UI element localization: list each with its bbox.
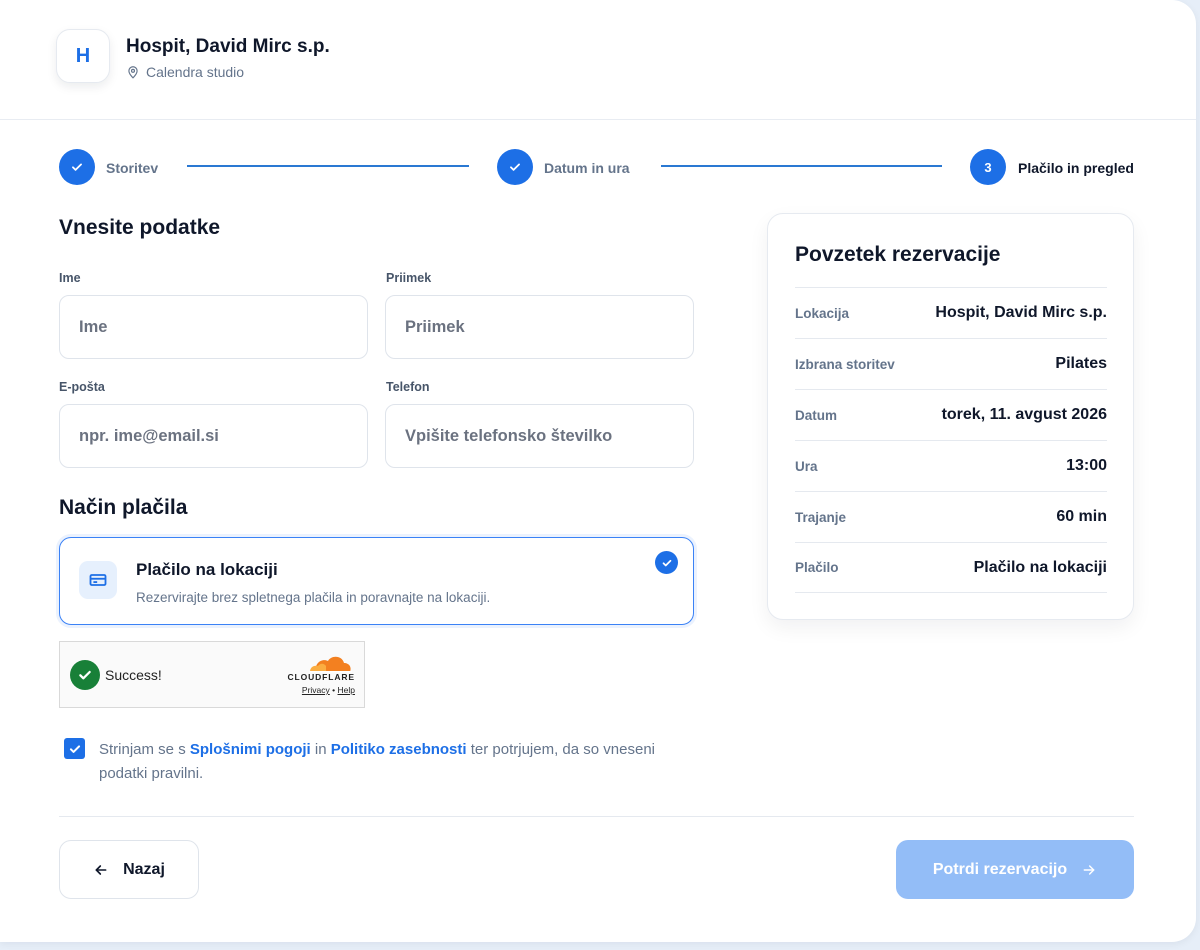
check-icon bbox=[69, 744, 80, 753]
email-input[interactable] bbox=[59, 404, 368, 468]
arrow-left-icon bbox=[95, 864, 107, 875]
cloudflare-logo-icon bbox=[309, 656, 352, 673]
summary-value: Plačilo na lokaciji bbox=[973, 558, 1107, 576]
check-icon bbox=[79, 670, 91, 680]
captcha-privacy-link[interactable]: Privacy bbox=[302, 685, 330, 695]
captcha-link-separator: • bbox=[332, 685, 336, 695]
summary-row-payment: Plačilo Plačilo na lokaciji bbox=[795, 542, 1107, 593]
confirm-button-label: Potrdi rezervacijo bbox=[932, 860, 1068, 878]
summary-value: 60 min bbox=[1056, 508, 1107, 525]
business-location: Calendra studio bbox=[126, 64, 244, 80]
summary-row-time: Ura 13:00 bbox=[795, 440, 1107, 491]
business-name: Hospit, David Mirc s.p. bbox=[126, 36, 330, 57]
summary-value: torek, 11. avgust 2026 bbox=[941, 406, 1107, 423]
captcha-success-icon bbox=[70, 660, 100, 690]
captcha-help-link[interactable]: Help bbox=[338, 685, 355, 695]
credit-card-icon bbox=[89, 574, 107, 586]
summary-label: Ura bbox=[795, 458, 818, 474]
check-icon bbox=[662, 559, 671, 566]
arrow-right-icon bbox=[1083, 864, 1095, 875]
summary-title: Povzetek rezervacije bbox=[795, 243, 1001, 266]
footer-divider bbox=[59, 816, 1134, 817]
summary-label: Plačilo bbox=[795, 560, 839, 575]
check-icon bbox=[72, 163, 82, 171]
step-2-label[interactable]: Datum in ura bbox=[544, 160, 630, 176]
summary-label: Trajanje bbox=[795, 509, 847, 525]
confirm-booking-button[interactable]: Potrdi rezervacijo bbox=[896, 840, 1134, 899]
step-connector-2 bbox=[661, 165, 942, 167]
consent-text-part-1: Strinjam se s bbox=[99, 741, 190, 758]
step-3-indicator: 3 bbox=[970, 149, 1006, 185]
step-2-indicator[interactable] bbox=[497, 149, 533, 185]
email-label: E-pošta bbox=[59, 380, 105, 394]
payment-option-on-location[interactable]: Plačilo na lokaciji Rezervirajte brez sp… bbox=[59, 537, 694, 625]
check-icon bbox=[510, 163, 520, 171]
last-name-input[interactable] bbox=[385, 295, 694, 359]
last-name-label: Priimek bbox=[386, 271, 432, 285]
business-header: H Hospit, David Mirc s.p. Calendra studi… bbox=[0, 0, 1196, 120]
consent-text-part-2: in bbox=[310, 741, 331, 758]
form-title: Vnesite podatke bbox=[59, 216, 221, 239]
captcha-links: Privacy • Help bbox=[302, 685, 355, 695]
first-name-label: Ime bbox=[59, 271, 81, 285]
summary-label: Izbrana storitev bbox=[795, 356, 895, 372]
privacy-policy-link[interactable]: Politiko zasebnosti bbox=[331, 741, 467, 758]
captcha-status: Success! bbox=[105, 667, 162, 683]
consent-text: Strinjam se s Splošnimi pogoji in Politi… bbox=[99, 738, 679, 786]
phone-input[interactable] bbox=[385, 404, 694, 468]
first-name-input[interactable] bbox=[59, 295, 368, 359]
booking-summary: Povzetek rezervacije Lokacija Hospit, Da… bbox=[767, 213, 1134, 620]
summary-row-date: Datum torek, 11. avgust 2026 bbox=[795, 389, 1107, 440]
summary-value: Pilates bbox=[1055, 355, 1107, 372]
step-3-label: Plačilo in pregled bbox=[1018, 160, 1134, 176]
summary-row-service: Izbrana storitev Pilates bbox=[795, 338, 1107, 389]
summary-value: Hospit, David Mirc s.p. bbox=[935, 304, 1107, 321]
payment-option-title: Plačilo na lokaciji bbox=[136, 560, 278, 579]
back-button[interactable]: Nazaj bbox=[59, 840, 199, 899]
location-pin-icon bbox=[128, 66, 138, 79]
summary-label: Lokacija bbox=[795, 305, 850, 321]
summary-label: Datum bbox=[795, 407, 838, 423]
summary-row-duration: Trajanje 60 min bbox=[795, 491, 1107, 542]
terms-link[interactable]: Splošnimi pogoji bbox=[190, 741, 311, 758]
phone-label: Telefon bbox=[386, 380, 430, 394]
captcha-widget[interactable]: Success! CLOUDFLARE Privacy • Help bbox=[59, 641, 365, 708]
step-1-label[interactable]: Storitev bbox=[106, 160, 158, 176]
step-1-indicator[interactable] bbox=[59, 149, 95, 185]
consent-checkbox[interactable] bbox=[64, 738, 85, 759]
payment-icon-wrap bbox=[79, 561, 117, 599]
cloudflare-wordmark: CLOUDFLARE bbox=[287, 672, 355, 682]
summary-value: 13:00 bbox=[1066, 457, 1107, 474]
step-connector-1 bbox=[187, 165, 469, 167]
business-location-label: Calendra studio bbox=[146, 64, 245, 80]
payment-title: Način plačila bbox=[59, 496, 188, 519]
payment-selected-indicator bbox=[655, 551, 678, 574]
business-logo: H bbox=[56, 29, 110, 83]
back-button-label: Nazaj bbox=[123, 860, 165, 878]
payment-option-description: Rezervirajte brez spletnega plačila in p… bbox=[136, 590, 491, 605]
booking-card: H Hospit, David Mirc s.p. Calendra studi… bbox=[0, 0, 1196, 942]
summary-row-location: Lokacija Hospit, David Mirc s.p. bbox=[795, 287, 1107, 338]
